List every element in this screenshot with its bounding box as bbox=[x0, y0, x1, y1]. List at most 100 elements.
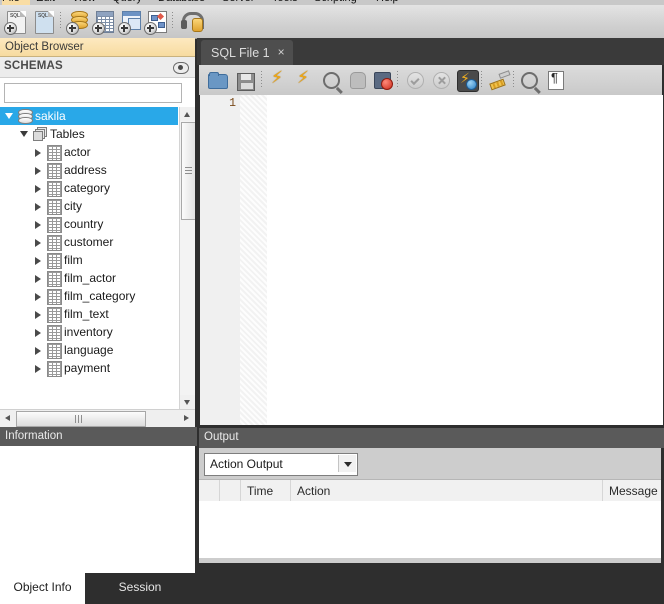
editor-tab-strip: SQL File 1 × bbox=[197, 38, 664, 65]
new-routine-button[interactable] bbox=[144, 9, 170, 35]
explain-button[interactable] bbox=[319, 68, 343, 92]
output-column-message[interactable]: Message bbox=[603, 480, 661, 502]
output-panel-body: Action Output Time Action Message bbox=[199, 448, 661, 563]
tree-node-film_category[interactable]: film_category bbox=[0, 287, 178, 305]
chevron-right-icon[interactable] bbox=[35, 185, 41, 193]
schema-tree-vscrollbar[interactable] bbox=[179, 107, 195, 409]
execute-current-button[interactable] bbox=[293, 68, 317, 92]
chevron-right-icon[interactable] bbox=[35, 365, 41, 373]
new-table-button[interactable] bbox=[92, 9, 118, 35]
tree-node-category[interactable]: category bbox=[0, 179, 178, 197]
new-view-button[interactable] bbox=[118, 9, 144, 35]
scroll-left-button[interactable] bbox=[0, 410, 15, 426]
main-toolbar: SQL SQL bbox=[0, 5, 664, 39]
tree-node-city[interactable]: city bbox=[0, 197, 178, 215]
schema-tree[interactable]: sakilaTablesactoraddresscategorycitycoun… bbox=[0, 107, 195, 409]
sql-editor[interactable]: 1 bbox=[199, 95, 663, 425]
open-sql-file-icon: SQL bbox=[35, 11, 54, 34]
tree-node-customer[interactable]: customer bbox=[0, 233, 178, 251]
information-panel-title: Information bbox=[0, 427, 200, 446]
beautify-button[interactable] bbox=[487, 68, 511, 92]
chevron-right-icon[interactable] bbox=[35, 203, 41, 211]
output-column-action[interactable]: Action bbox=[291, 480, 603, 502]
mysql-workbench-window: File Edit View Query Database Server Too… bbox=[0, 0, 664, 566]
tree-node-country[interactable]: country bbox=[0, 215, 178, 233]
tree-node-inventory[interactable]: inventory bbox=[0, 323, 178, 341]
output-grid-body[interactable] bbox=[199, 501, 661, 558]
tree-node-label: film_text bbox=[64, 305, 109, 323]
hscroll-thumb[interactable] bbox=[16, 411, 146, 427]
tree-node-label: inventory bbox=[64, 323, 113, 341]
chevron-right-icon[interactable] bbox=[35, 311, 41, 319]
toolbar-separator-2 bbox=[172, 12, 173, 30]
scroll-up-button[interactable] bbox=[180, 107, 195, 121]
execute-statement-button[interactable] bbox=[267, 68, 291, 92]
commit-button[interactable] bbox=[403, 68, 427, 92]
new-sql-tab-button[interactable]: SQL bbox=[4, 9, 30, 35]
plus-badge-icon bbox=[66, 22, 79, 35]
chevron-down-icon[interactable] bbox=[338, 455, 356, 472]
tab-session[interactable]: Session bbox=[85, 573, 195, 604]
tab-label: SQL File 1 bbox=[211, 46, 270, 60]
connection-status-button[interactable] bbox=[178, 9, 204, 35]
toggle-invisible-chars-button[interactable] bbox=[543, 68, 567, 92]
tree-node-label: country bbox=[64, 215, 103, 233]
chevron-right-icon[interactable] bbox=[35, 221, 41, 229]
toolbar-separator-1 bbox=[60, 12, 61, 30]
rollback-button[interactable] bbox=[429, 68, 453, 92]
broom-icon bbox=[490, 72, 508, 87]
toggle-stop-on-error-button[interactable] bbox=[371, 68, 395, 92]
table-icon bbox=[47, 163, 62, 179]
chevron-down-icon[interactable] bbox=[20, 131, 28, 137]
schema-filter-field[interactable] bbox=[5, 84, 181, 102]
line-number: 1 bbox=[229, 97, 236, 110]
chevron-right-icon[interactable] bbox=[35, 167, 41, 175]
output-column-time[interactable]: Time bbox=[241, 480, 291, 502]
eye-filter-icon[interactable] bbox=[173, 62, 187, 72]
tree-node-actor[interactable]: actor bbox=[0, 143, 178, 161]
table-icon bbox=[47, 217, 62, 233]
chevron-right-icon[interactable] bbox=[35, 149, 41, 157]
code-text-area[interactable] bbox=[267, 95, 663, 425]
save-script-button[interactable] bbox=[233, 68, 257, 92]
new-schema-button[interactable] bbox=[66, 9, 92, 35]
tree-node-film_text[interactable]: film_text bbox=[0, 305, 178, 323]
schema-filter-input[interactable] bbox=[4, 83, 182, 103]
stop-button[interactable] bbox=[345, 68, 369, 92]
chevron-down-icon[interactable] bbox=[5, 113, 13, 119]
output-panel-title: Output bbox=[199, 428, 664, 448]
chevron-right-icon[interactable] bbox=[35, 329, 41, 337]
output-column-icon2[interactable] bbox=[220, 480, 241, 502]
tab-object-info[interactable]: Object Info bbox=[0, 573, 85, 604]
tree-node-label: address bbox=[64, 161, 107, 179]
table-icon bbox=[47, 145, 62, 161]
tree-node-label: sakila bbox=[35, 107, 66, 125]
plus-badge-icon bbox=[118, 22, 131, 35]
tree-node-sakila[interactable]: sakila bbox=[0, 107, 178, 125]
tree-node-address[interactable]: address bbox=[0, 161, 178, 179]
open-script-button[interactable] bbox=[205, 68, 229, 92]
output-column-icon1[interactable] bbox=[199, 480, 220, 502]
chevron-right-icon[interactable] bbox=[35, 257, 41, 265]
find-button[interactable] bbox=[517, 68, 541, 92]
vscroll-thumb[interactable] bbox=[181, 122, 195, 220]
headphones-icon bbox=[181, 12, 201, 30]
table-icon bbox=[47, 343, 62, 359]
close-icon[interactable]: × bbox=[278, 40, 285, 65]
chevron-right-icon[interactable] bbox=[35, 239, 41, 247]
tree-node-film[interactable]: film bbox=[0, 251, 178, 269]
chevron-right-icon[interactable] bbox=[35, 275, 41, 283]
tree-node-payment[interactable]: payment bbox=[0, 359, 178, 377]
schema-tree-hscrollbar[interactable] bbox=[0, 409, 195, 427]
chevron-right-icon[interactable] bbox=[35, 293, 41, 301]
chevron-right-icon[interactable] bbox=[35, 347, 41, 355]
scroll-right-button[interactable] bbox=[180, 410, 195, 426]
tab-sql-file-1[interactable]: SQL File 1 × bbox=[201, 40, 293, 65]
tree-node-tables[interactable]: Tables bbox=[0, 125, 178, 143]
tree-node-language[interactable]: language bbox=[0, 341, 178, 359]
open-sql-script-button[interactable]: SQL bbox=[32, 9, 58, 35]
scroll-down-button[interactable] bbox=[180, 395, 195, 409]
output-type-select[interactable]: Action Output bbox=[204, 453, 358, 476]
autocommit-toggle-button[interactable] bbox=[455, 68, 479, 92]
tree-node-film_actor[interactable]: film_actor bbox=[0, 269, 178, 287]
